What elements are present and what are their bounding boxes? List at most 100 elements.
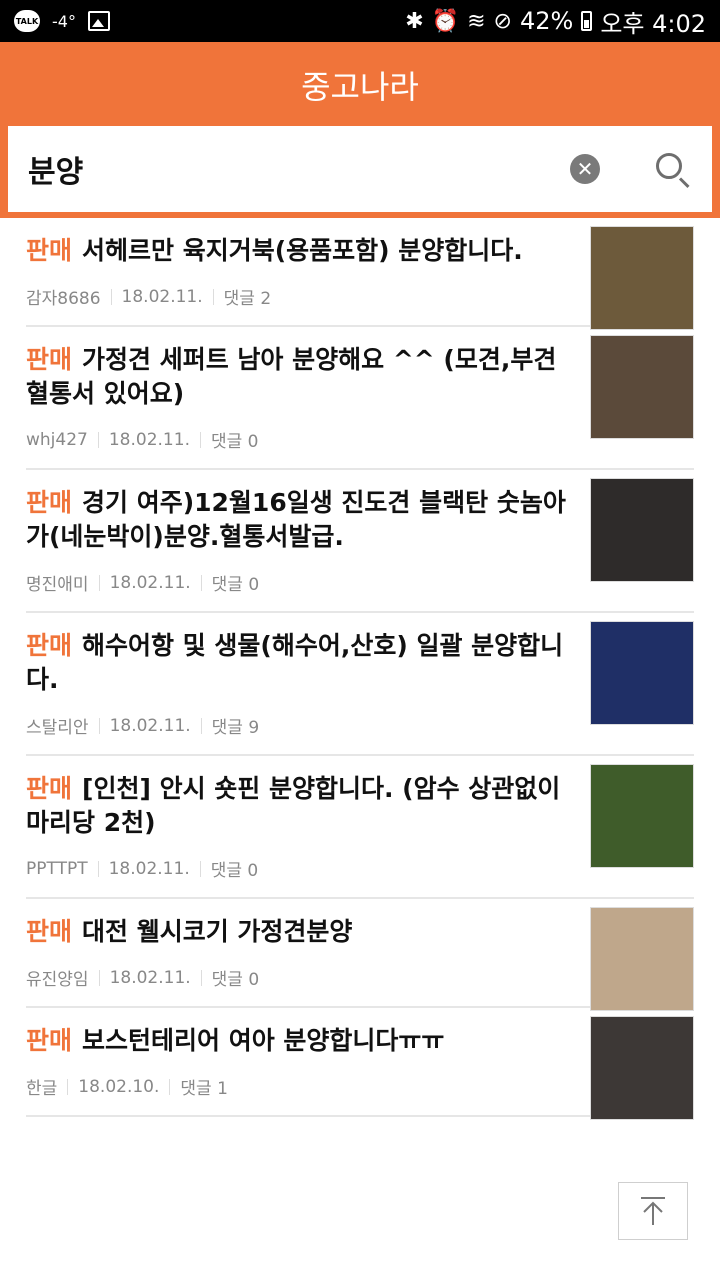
item-meta: 명진애미 18.02.11. 댓글 0	[26, 570, 566, 596]
item-title: 해수어항 및 생물(해수어,산호) 일괄 분양합니다.	[26, 631, 564, 694]
item-author: PPTTPT	[26, 858, 88, 879]
item-thumbnail[interactable]	[590, 226, 694, 330]
item-text: 판매 가정견 세퍼트 남아 분양해요 ^^ (모견,부견 혈통서 있어요) whj…	[26, 343, 566, 452]
divider	[98, 717, 100, 734]
divider	[97, 431, 99, 448]
divider	[67, 1078, 69, 1095]
item-headline: 판매 서헤르만 육지거북(용품포함) 분양합니다.	[26, 234, 566, 268]
search-bar[interactable]: 분양 ✕	[8, 126, 712, 212]
divider	[169, 1078, 171, 1095]
item-thumbnail[interactable]	[590, 1016, 694, 1120]
alarm-icon: ⏰	[431, 8, 460, 34]
list-item[interactable]: 판매 경기 여주)12월16일생 진도견 블랙탄 숫놈아가(네눈박이)분양.혈통서…	[26, 470, 694, 613]
bluetooth-icon: ✱	[405, 8, 424, 34]
divider	[200, 969, 202, 986]
item-comments: 댓글 0	[210, 861, 259, 881]
scroll-top-button[interactable]	[618, 1182, 688, 1240]
sale-tag: 판매	[26, 917, 73, 946]
clock: 오후 4:02	[600, 9, 706, 38]
item-title: 보스턴테리어 여아 분양합니다ㅠㅠ	[82, 1026, 445, 1055]
item-title: 가정견 세퍼트 남아 분양해요 ^^ (모견,부견 혈통서 있어요)	[26, 345, 557, 408]
list-item[interactable]: 판매 가정견 세퍼트 남아 분양해요 ^^ (모견,부견 혈통서 있어요) whj…	[26, 327, 694, 470]
sale-tag: 판매	[26, 774, 73, 803]
item-text: 판매 대전 웰시코기 가정견분양 유진양임 18.02.11. 댓글 0	[26, 915, 566, 990]
item-author: 한글	[26, 1079, 58, 1099]
page-title: 중고나라	[301, 68, 419, 106]
divider	[98, 574, 100, 591]
wifi-icon: ≋	[467, 8, 486, 34]
item-author: 감자8686	[26, 289, 101, 309]
item-headline: 판매 경기 여주)12월16일생 진도견 블랙탄 숫놈아가(네눈박이)분양.혈통서…	[26, 486, 566, 554]
list-item[interactable]: 판매 서헤르만 육지거북(용품포함) 분양합니다. 감자8686 18.02.11…	[26, 218, 694, 330]
image-icon	[87, 11, 110, 31]
item-author: 명진애미	[26, 575, 89, 595]
item-meta: whj427 18.02.11. 댓글 0	[26, 427, 566, 453]
item-date: 18.02.11.	[108, 429, 190, 450]
item-title: 대전 웰시코기 가정견분양	[82, 917, 353, 946]
item-date: 18.02.11.	[109, 715, 191, 736]
divider	[200, 717, 202, 734]
divider	[200, 574, 202, 591]
item-title: [인천] 안시 숏핀 분양합니다. (암수 상관없이 마리당 2천)	[26, 774, 561, 837]
item-comments: 댓글 2	[223, 289, 272, 309]
item-author: whj427	[26, 429, 88, 450]
sale-tag: 판매	[26, 1026, 73, 1055]
item-text: 판매 [인천] 안시 숏핀 분양합니다. (암수 상관없이 마리당 2천) PPT…	[26, 772, 566, 881]
item-meta: 스탈리안 18.02.11. 댓글 9	[26, 713, 566, 739]
item-headline: 판매 [인천] 안시 숏핀 분양합니다. (암수 상관없이 마리당 2천)	[26, 772, 566, 840]
item-author: 유진양임	[26, 970, 89, 990]
item-title: 서헤르만 육지거북(용품포함) 분양합니다.	[82, 236, 523, 265]
item-thumbnail[interactable]	[590, 335, 694, 439]
item-thumbnail[interactable]	[590, 621, 694, 725]
item-thumbnail[interactable]	[590, 907, 694, 1011]
item-comments: 댓글 0	[211, 970, 260, 990]
sale-tag: 판매	[26, 631, 73, 660]
search-input[interactable]: 분양	[28, 147, 570, 191]
search-icon[interactable]	[652, 149, 692, 189]
item-date: 18.02.11.	[108, 858, 190, 879]
list-item[interactable]: 판매 [인천] 안시 숏핀 분양합니다. (암수 상관없이 마리당 2천) PPT…	[26, 756, 694, 899]
item-date: 18.02.11.	[121, 286, 203, 307]
sale-tag: 판매	[26, 345, 73, 374]
item-comments: 댓글 0	[211, 575, 260, 595]
clear-icon[interactable]: ✕	[570, 154, 600, 184]
item-date: 18.02.10.	[78, 1076, 160, 1097]
item-meta: 유진양임 18.02.11. 댓글 0	[26, 965, 566, 991]
divider	[199, 860, 201, 877]
temperature: -4°	[52, 11, 76, 31]
divider	[97, 860, 99, 877]
arrow-up-icon	[641, 1197, 665, 1225]
divider	[199, 431, 201, 448]
divider	[110, 288, 112, 305]
item-headline: 판매 대전 웰시코기 가정견분양	[26, 915, 566, 949]
divider	[212, 288, 214, 305]
list-item[interactable]: 판매 해수어항 및 생물(해수어,산호) 일괄 분양합니다. 스탈리안 18.02…	[26, 613, 694, 756]
sale-tag: 판매	[26, 236, 73, 265]
item-meta: PPTTPT 18.02.11. 댓글 0	[26, 856, 566, 882]
item-text: 판매 해수어항 및 생물(해수어,산호) 일괄 분양합니다. 스탈리안 18.02…	[26, 629, 566, 738]
item-headline: 판매 보스턴테리어 여아 분양합니다ㅠㅠ	[26, 1024, 566, 1058]
list-item[interactable]: 판매 대전 웰시코기 가정견분양 유진양임 18.02.11. 댓글 0	[26, 899, 694, 1011]
item-comments: 댓글 1	[180, 1079, 228, 1099]
item-text: 판매 서헤르만 육지거북(용품포함) 분양합니다. 감자8686 18.02.11…	[26, 234, 566, 309]
item-meta: 한글 18.02.10. 댓글 1	[26, 1074, 566, 1100]
item-title: 경기 여주)12월16일생 진도견 블랙탄 숫놈아가(네눈박이)분양.혈통서발급…	[26, 488, 566, 551]
battery-percent: 42%	[519, 7, 574, 35]
item-thumbnail[interactable]	[590, 478, 694, 582]
battery-icon	[581, 11, 593, 31]
item-date: 18.02.11.	[109, 572, 191, 593]
divider	[98, 969, 100, 986]
sale-tag: 판매	[26, 488, 73, 517]
item-meta: 감자8686 18.02.11. 댓글 2	[26, 284, 566, 310]
talk-icon: TALK	[14, 10, 40, 32]
item-headline: 판매 해수어항 및 생물(해수어,산호) 일괄 분양합니다.	[26, 629, 566, 697]
item-comments: 댓글 9	[211, 718, 260, 738]
list-item[interactable]: 판매 보스턴테리어 여아 분양합니다ㅠㅠ 한글 18.02.10. 댓글 1	[26, 1008, 694, 1120]
item-author: 스탈리안	[26, 718, 89, 738]
item-text: 판매 경기 여주)12월16일생 진도견 블랙탄 숫놈아가(네눈박이)분양.혈통서…	[26, 486, 566, 595]
item-headline: 판매 가정견 세퍼트 남아 분양해요 ^^ (모견,부견 혈통서 있어요)	[26, 343, 566, 411]
status-bar: TALK -4° ✱ ⏰ ≋ ⊘ 42% 오후 4:02	[0, 0, 720, 42]
item-thumbnail[interactable]	[590, 764, 694, 868]
item-text: 판매 보스턴테리어 여아 분양합니다ㅠㅠ 한글 18.02.10. 댓글 1	[26, 1024, 566, 1099]
result-list: 판매 서헤르만 육지거북(용품포함) 분양합니다. 감자8686 18.02.11…	[0, 218, 720, 1120]
